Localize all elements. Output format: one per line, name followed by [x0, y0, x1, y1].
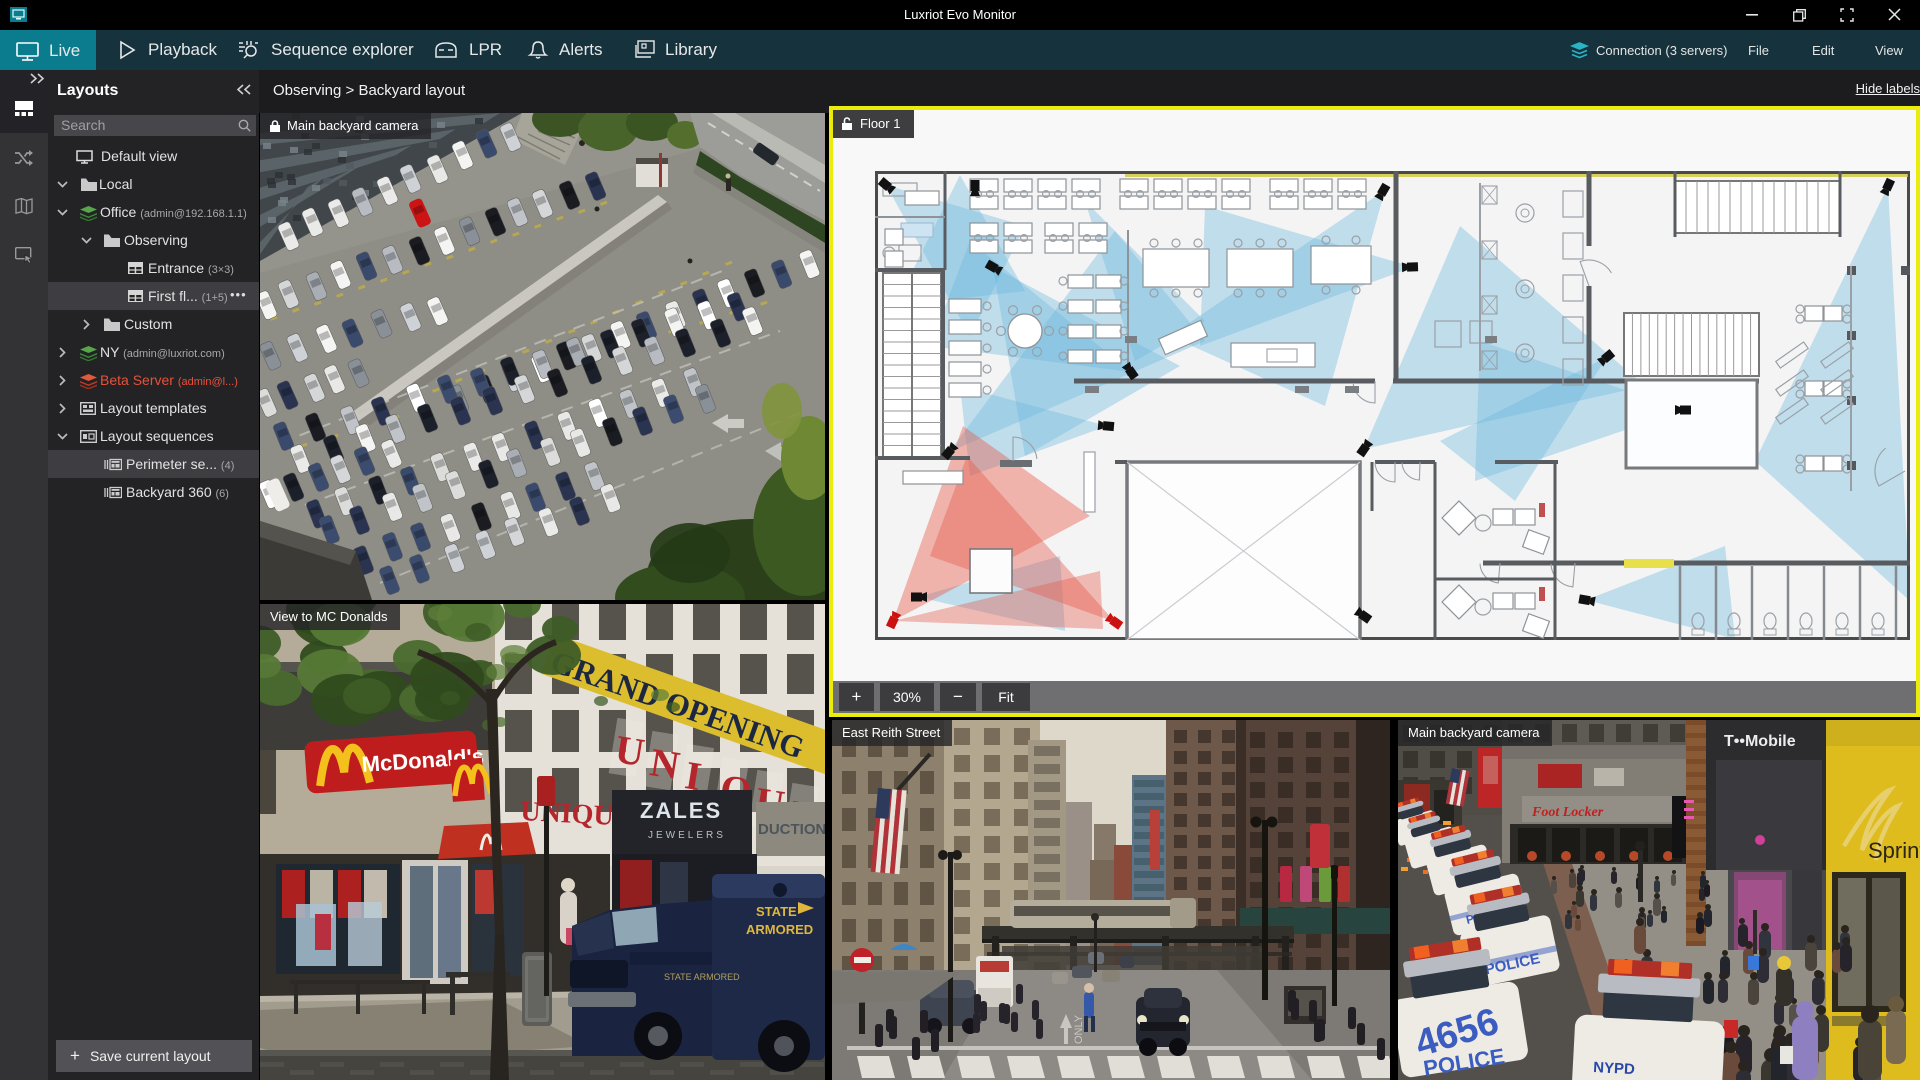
svg-text:T••Mobile: T••Mobile [1724, 733, 1796, 750]
svg-text:ARMORED: ARMORED [746, 922, 813, 937]
svg-text:Foot Locker: Foot Locker [1531, 805, 1604, 820]
svg-text:NYPD: NYPD [1593, 1059, 1636, 1078]
svg-text:ONLY: ONLY [1073, 1014, 1085, 1044]
svg-text:STATE ARMORED: STATE ARMORED [664, 972, 740, 982]
svg-text:STATE: STATE [756, 904, 797, 919]
svg-text:JEWELERS: JEWELERS [648, 830, 726, 841]
svg-text:DUCTION: DUCTION [758, 821, 825, 838]
svg-text:ZALES: ZALES [640, 798, 722, 823]
svg-text:Sprint: Sprint [1868, 838, 1920, 863]
